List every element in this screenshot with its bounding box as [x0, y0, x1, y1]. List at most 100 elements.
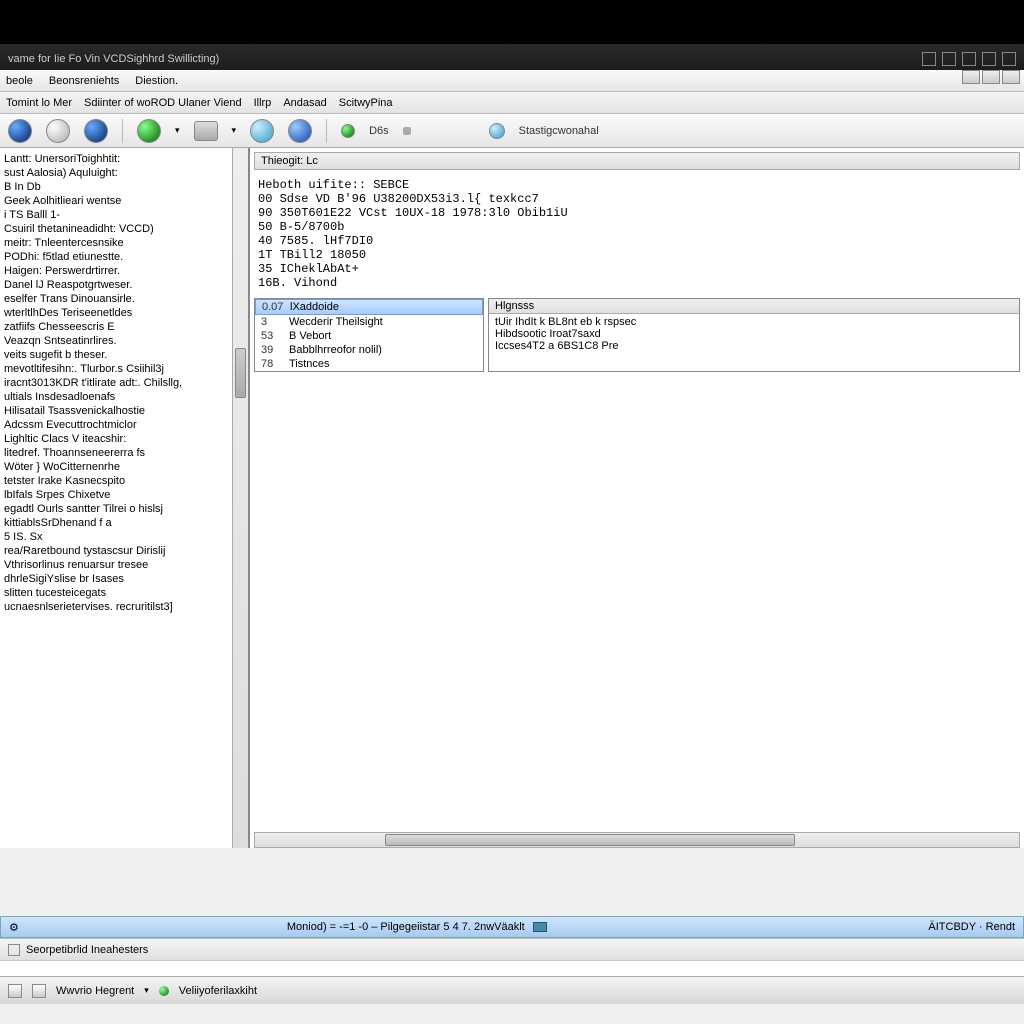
- status-bar-primary: ⚙ Moniod) = -=1 -0 – Pilgegeiistar 5 4 7…: [0, 916, 1024, 938]
- tree-item[interactable]: Veazqn Sntseatinrlires.: [4, 334, 244, 348]
- tree-item[interactable]: Lantt: UnersoriToighhtit:: [4, 152, 244, 166]
- dropdown-arrow-icon[interactable]: ▾: [144, 985, 149, 996]
- tree-item[interactable]: Geek Aolhitlieari wentse: [4, 194, 244, 208]
- tab-4[interactable]: Andasad: [283, 97, 326, 109]
- tree-item[interactable]: mevotltifesihn:. Tlurbor.s Csiihil3j: [4, 362, 244, 376]
- tree-item[interactable]: B In Db: [4, 180, 244, 194]
- tree-item[interactable]: veits sugefit b theser.: [4, 348, 244, 362]
- tree-item[interactable]: tetster Irake Kasnecspito: [4, 474, 244, 488]
- tree-item[interactable]: Haigen: Perswerdrtirrer.: [4, 264, 244, 278]
- module-row[interactable]: 53B Vebort: [255, 329, 483, 343]
- tree-item[interactable]: lbIfals Srpes Chixetve: [4, 488, 244, 502]
- module-row[interactable]: 3Wecderir Theilsight: [255, 315, 483, 329]
- log-line: 00 Sdse VD B'96 U38200DX53i3.l{ texkcc7: [258, 192, 1016, 206]
- fault-line: Iccses4T2 a 6BS1C8 Pre: [495, 340, 1013, 352]
- world-icon[interactable]: [288, 119, 312, 143]
- tree-item[interactable]: egadtl Ourls santter Tilrei o hislsj: [4, 502, 244, 516]
- tree-item[interactable]: PODhi: f5tlad etiunestte.: [4, 250, 244, 264]
- taskbar: Wwvrio Hegrent ▾ Veliiyoferilaxkiht: [0, 976, 1024, 1004]
- tree-item[interactable]: dhrleSigiYslise br Isases: [4, 572, 244, 586]
- tree-item[interactable]: litedref. Thoannseneererra fs: [4, 446, 244, 460]
- menu-file[interactable]: beole: [6, 75, 33, 87]
- tree-item[interactable]: Vthrisorlinus renuarsur tresee: [4, 558, 244, 572]
- close-icon[interactable]: [1002, 52, 1016, 66]
- separator: [122, 119, 123, 143]
- status-bar-secondary: Seorpetibrlid Ineahesters: [0, 938, 1024, 960]
- vw-brand-icon[interactable]: [8, 119, 32, 143]
- mdi-max-icon[interactable]: [982, 70, 1000, 84]
- module-list-pane: 0.07lXaddoide3Wecderir Theilsight53B Veb…: [254, 298, 484, 372]
- tree-item[interactable]: eselfer Trans Dinouansirle.: [4, 292, 244, 306]
- mdi-min-icon[interactable]: [962, 70, 980, 84]
- connect-icon[interactable]: [137, 119, 161, 143]
- tree-item[interactable]: iracnt3013KDR t'itlirate adt:. Chilsllg,: [4, 376, 244, 390]
- module-row[interactable]: 78Tistnces: [255, 357, 483, 371]
- tab-3[interactable]: Illrp: [254, 97, 272, 109]
- audi-brand-icon[interactable]: [46, 119, 70, 143]
- window-title: vame for Iie Fo Vin VCDSighhrd Swillicti…: [8, 53, 219, 65]
- toolbar: ▾ ▾ D6s Stastigcwonahal: [0, 114, 1024, 148]
- scrollbar-thumb[interactable]: [235, 348, 246, 398]
- indicator-icon: [403, 127, 411, 135]
- tree-item[interactable]: meitr: Tnleentercesnsike: [4, 236, 244, 250]
- tab-1[interactable]: Tomint lo Mer: [6, 97, 72, 109]
- status-text-left: Moniod) = -=1 -0 – Pilgegeiistar 5 4 7. …: [287, 921, 525, 933]
- tree-item[interactable]: Wöter } WoCitternenrhe: [4, 460, 244, 474]
- log-line: Heboth uifite:: SEBCE: [258, 178, 1016, 192]
- left-tree-panel[interactable]: Lantt: UnersoriToighhtit:sust Aalosia) A…: [0, 148, 250, 848]
- taskbar-item-2[interactable]: Veliiyoferilaxkiht: [179, 985, 257, 997]
- horizontal-scrollbar[interactable]: [254, 832, 1020, 848]
- gear-icon[interactable]: ⚙: [9, 921, 19, 934]
- mdi-close-icon[interactable]: [1002, 70, 1020, 84]
- maximize-icon[interactable]: [942, 52, 956, 66]
- right-panel: Thieogit: Lc Heboth uifite:: SEBCE00 Sds…: [250, 148, 1024, 848]
- help-icon[interactable]: [982, 52, 996, 66]
- tree-item[interactable]: Hilisatail Tsassvenickalhostie: [4, 404, 244, 418]
- checkbox-icon[interactable]: [8, 944, 20, 956]
- minimize-icon[interactable]: [922, 52, 936, 66]
- tree-item[interactable]: 5 IS. Sx: [4, 530, 244, 544]
- tree-item[interactable]: i TS Balll 1-: [4, 208, 244, 222]
- dropdown-arrow-icon[interactable]: ▾: [232, 125, 237, 136]
- tree-item[interactable]: sust Aalosia) Aquluight:: [4, 166, 244, 180]
- tree-item[interactable]: Csuiril thetanineadidht: VCCD): [4, 222, 244, 236]
- tree-item[interactable]: kittiablsSrDhenand f a: [4, 516, 244, 530]
- flag-icon: [533, 922, 547, 932]
- device-icon[interactable]: [194, 121, 218, 141]
- status-dot-icon: [159, 986, 169, 996]
- fault-line: Hibdsootic Iroat7saxd: [495, 328, 1013, 340]
- vertical-scrollbar[interactable]: [232, 148, 248, 848]
- fault-header: Hlgnsss: [489, 299, 1019, 314]
- fault-pane: Hlgnsss tUir IhdIt k BL8nt eb k rspsecHi…: [488, 298, 1020, 372]
- fault-line: tUir IhdIt k BL8nt eb k rspsec: [495, 316, 1013, 328]
- app-icon[interactable]: [32, 984, 46, 998]
- globe-icon[interactable]: [250, 119, 274, 143]
- tree-item[interactable]: ultials Insdesadloenafs: [4, 390, 244, 404]
- scrollbar-thumb[interactable]: [385, 834, 795, 846]
- menu-reports[interactable]: Beonsreniehts: [49, 75, 119, 87]
- tree-item[interactable]: rea/Raretbound tystascsur Dirislij: [4, 544, 244, 558]
- tree-item[interactable]: zatfiifs Chesseescris E: [4, 320, 244, 334]
- tree-item[interactable]: slitten tucesteicegats: [4, 586, 244, 600]
- diag-log: Heboth uifite:: SEBCE00 Sdse VD B'96 U38…: [250, 174, 1024, 294]
- tree-item[interactable]: wterltlhDes Teriseenetldes: [4, 306, 244, 320]
- menu-options[interactable]: Diestion.: [135, 75, 178, 87]
- module-row[interactable]: 0.07lXaddoide: [255, 299, 483, 315]
- menu-bar: beole Beonsreniehts Diestion.: [0, 70, 1024, 92]
- taskbar-item-1[interactable]: Wwvrio Hegrent: [56, 985, 134, 997]
- vw-brand-icon-2[interactable]: [84, 119, 108, 143]
- dropdown-arrow-icon[interactable]: ▾: [175, 125, 180, 136]
- log-line: 50 B-5/8700b: [258, 220, 1016, 234]
- tab-2[interactable]: Sdiinter of woROD Ulaner Viend: [84, 97, 242, 109]
- tree-item[interactable]: Lighltic Clacs V iteacshir:: [4, 432, 244, 446]
- restore-icon[interactable]: [962, 52, 976, 66]
- module-row[interactable]: 39Babblhrreofor nolil): [255, 343, 483, 357]
- tree-item[interactable]: ucnaesnlserietervises. recruritilst3]: [4, 600, 244, 614]
- separator: [326, 119, 327, 143]
- tab-5[interactable]: ScitwyPina: [339, 97, 393, 109]
- tree-item[interactable]: Danel lJ Reaspotgrtweser.: [4, 278, 244, 292]
- app-icon[interactable]: [8, 984, 22, 998]
- status-secondary-text: Seorpetibrlid Ineahesters: [26, 944, 148, 956]
- diag-log-header: Thieogit: Lc: [254, 152, 1020, 170]
- tree-item[interactable]: Adcssm Evecuttrochtmiclor: [4, 418, 244, 432]
